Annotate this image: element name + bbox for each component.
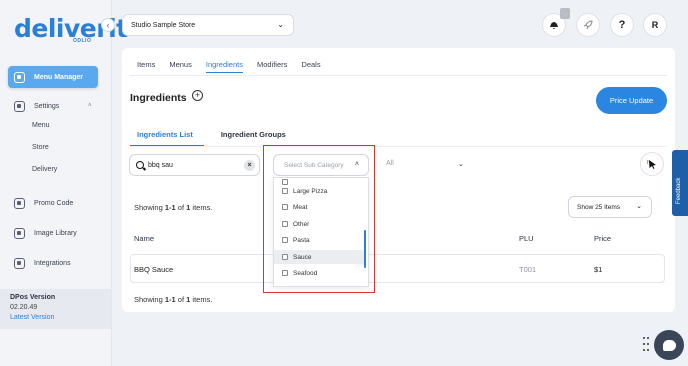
- tab-ingredient-groups[interactable]: Ingredient Groups: [221, 130, 286, 139]
- results-range: 1-1: [164, 203, 176, 212]
- column-header-plu: PLU: [519, 234, 534, 243]
- sidebar-item-label: Settings: [34, 103, 60, 110]
- tab-ingredients[interactable]: Ingredients: [205, 60, 243, 73]
- tab-items[interactable]: Items: [137, 60, 155, 73]
- sidebar-item-promo-code[interactable]: Promo Code: [14, 198, 104, 209]
- cursor-icon: [647, 160, 656, 169]
- page-title: Ingredients: [130, 92, 187, 104]
- chevron-up-icon[interactable]: ˄: [88, 103, 92, 109]
- add-ingredient-button[interactable]: +: [192, 90, 203, 101]
- sidebar-subitem-store[interactable]: Store: [32, 144, 49, 151]
- column-header-price: Price: [594, 234, 612, 243]
- promo-code-icon: [14, 198, 25, 209]
- sidebar-subitem-delivery[interactable]: Delivery: [32, 166, 57, 173]
- version-title: DPos Version: [10, 294, 56, 301]
- chat-icon: [662, 339, 676, 351]
- results-count-bottom: Showing 1-1 of 1 items.: [134, 295, 212, 304]
- results-of: of: [175, 203, 187, 212]
- subtabs-divider: [130, 146, 667, 147]
- tab-ingredients-list[interactable]: Ingredients List: [137, 130, 193, 139]
- cursor-tool-button[interactable]: [640, 152, 664, 176]
- chevron-down-icon: ⌄: [636, 203, 642, 210]
- sidebar-item-label: Menu Manager: [34, 73, 84, 81]
- search-icon: [136, 161, 144, 169]
- rocket-button[interactable]: [576, 13, 600, 37]
- sub-tabs: Ingredients List Ingredient Groups: [137, 130, 286, 139]
- results-prefix: Showing: [134, 295, 165, 304]
- sidebar-subitem-menu[interactable]: Menu: [32, 122, 50, 129]
- row-name: BBQ Sauce: [134, 265, 174, 274]
- all-filter-select[interactable]: All: [386, 160, 394, 167]
- row-plu: T001: [519, 265, 537, 274]
- results-prefix: Showing: [134, 203, 165, 212]
- gear-icon: [14, 101, 25, 112]
- sidebar-item-label: Integrations: [34, 260, 71, 267]
- sidebar-item-image-library[interactable]: Image Library: [14, 228, 104, 239]
- store-name: Studio Sample Store: [131, 21, 196, 29]
- image-icon: [14, 228, 25, 239]
- sidebar-item-integrations[interactable]: Integrations: [14, 258, 104, 269]
- brand-logo-sub: ODLIO: [73, 38, 92, 44]
- table-row[interactable]: [130, 254, 665, 283]
- tab-deals[interactable]: Deals: [301, 60, 320, 73]
- sidebar-item-label: Promo Code: [34, 200, 74, 207]
- search-value: bbq sau: [148, 161, 173, 169]
- search-input[interactable]: bbq sau ×: [129, 154, 260, 176]
- tab-modifiers[interactable]: Modifiers: [257, 60, 287, 73]
- sidebar-item-label: Image Library: [34, 230, 77, 237]
- integrations-icon: [14, 258, 25, 269]
- rocket-icon: [583, 20, 593, 30]
- feedback-label: Feedback: [676, 177, 682, 204]
- version-number: 02.20.49: [10, 304, 38, 311]
- notification-badge: [560, 8, 570, 19]
- results-suffix: items.: [190, 295, 213, 304]
- store-select[interactable]: Studio Sample Store ⌄: [122, 14, 294, 36]
- version-panel: DPos Version 02.20.49 Latest Version: [0, 289, 111, 329]
- clear-search-button[interactable]: ×: [244, 160, 255, 171]
- page-size-select[interactable]: Show 25 Items ⌄: [568, 196, 652, 218]
- sidebar: deliverit ODLIO Menu Manager Settings ˄ …: [0, 0, 128, 366]
- feedback-tab[interactable]: Feedback: [672, 150, 688, 216]
- top-tabs: Items Menus Ingredients Modifiers Deals: [137, 60, 321, 73]
- results-range: 1-1: [164, 295, 176, 304]
- user-avatar[interactable]: R: [643, 13, 667, 37]
- tabs-divider: [130, 75, 667, 76]
- results-count-top: Showing 1-1 of 1 items.: [134, 203, 212, 212]
- row-price: $1: [594, 265, 603, 274]
- price-update-button[interactable]: Price Update: [596, 87, 667, 114]
- chevron-down-icon: ⌄: [277, 20, 284, 29]
- sidebar-item-menu-manager[interactable]: Menu Manager: [8, 66, 98, 88]
- results-of: of: [175, 295, 187, 304]
- annotation-highlight-box: [263, 145, 375, 293]
- bell-icon: [550, 22, 558, 29]
- drag-handle-icon[interactable]: [643, 337, 649, 353]
- page-size-value: Show 25 Items: [577, 203, 620, 211]
- chat-button[interactable]: [654, 330, 684, 360]
- menu-manager-icon: [14, 71, 25, 83]
- chevron-down-icon[interactable]: ⌄: [458, 160, 464, 168]
- latest-version-link[interactable]: Latest Version: [10, 314, 111, 321]
- tab-menus[interactable]: Menus: [169, 60, 192, 73]
- collapse-sidebar-button[interactable]: ‹: [101, 18, 115, 32]
- help-button[interactable]: ?: [610, 13, 634, 37]
- column-header-name: Name: [134, 234, 155, 243]
- results-suffix: items.: [190, 203, 213, 212]
